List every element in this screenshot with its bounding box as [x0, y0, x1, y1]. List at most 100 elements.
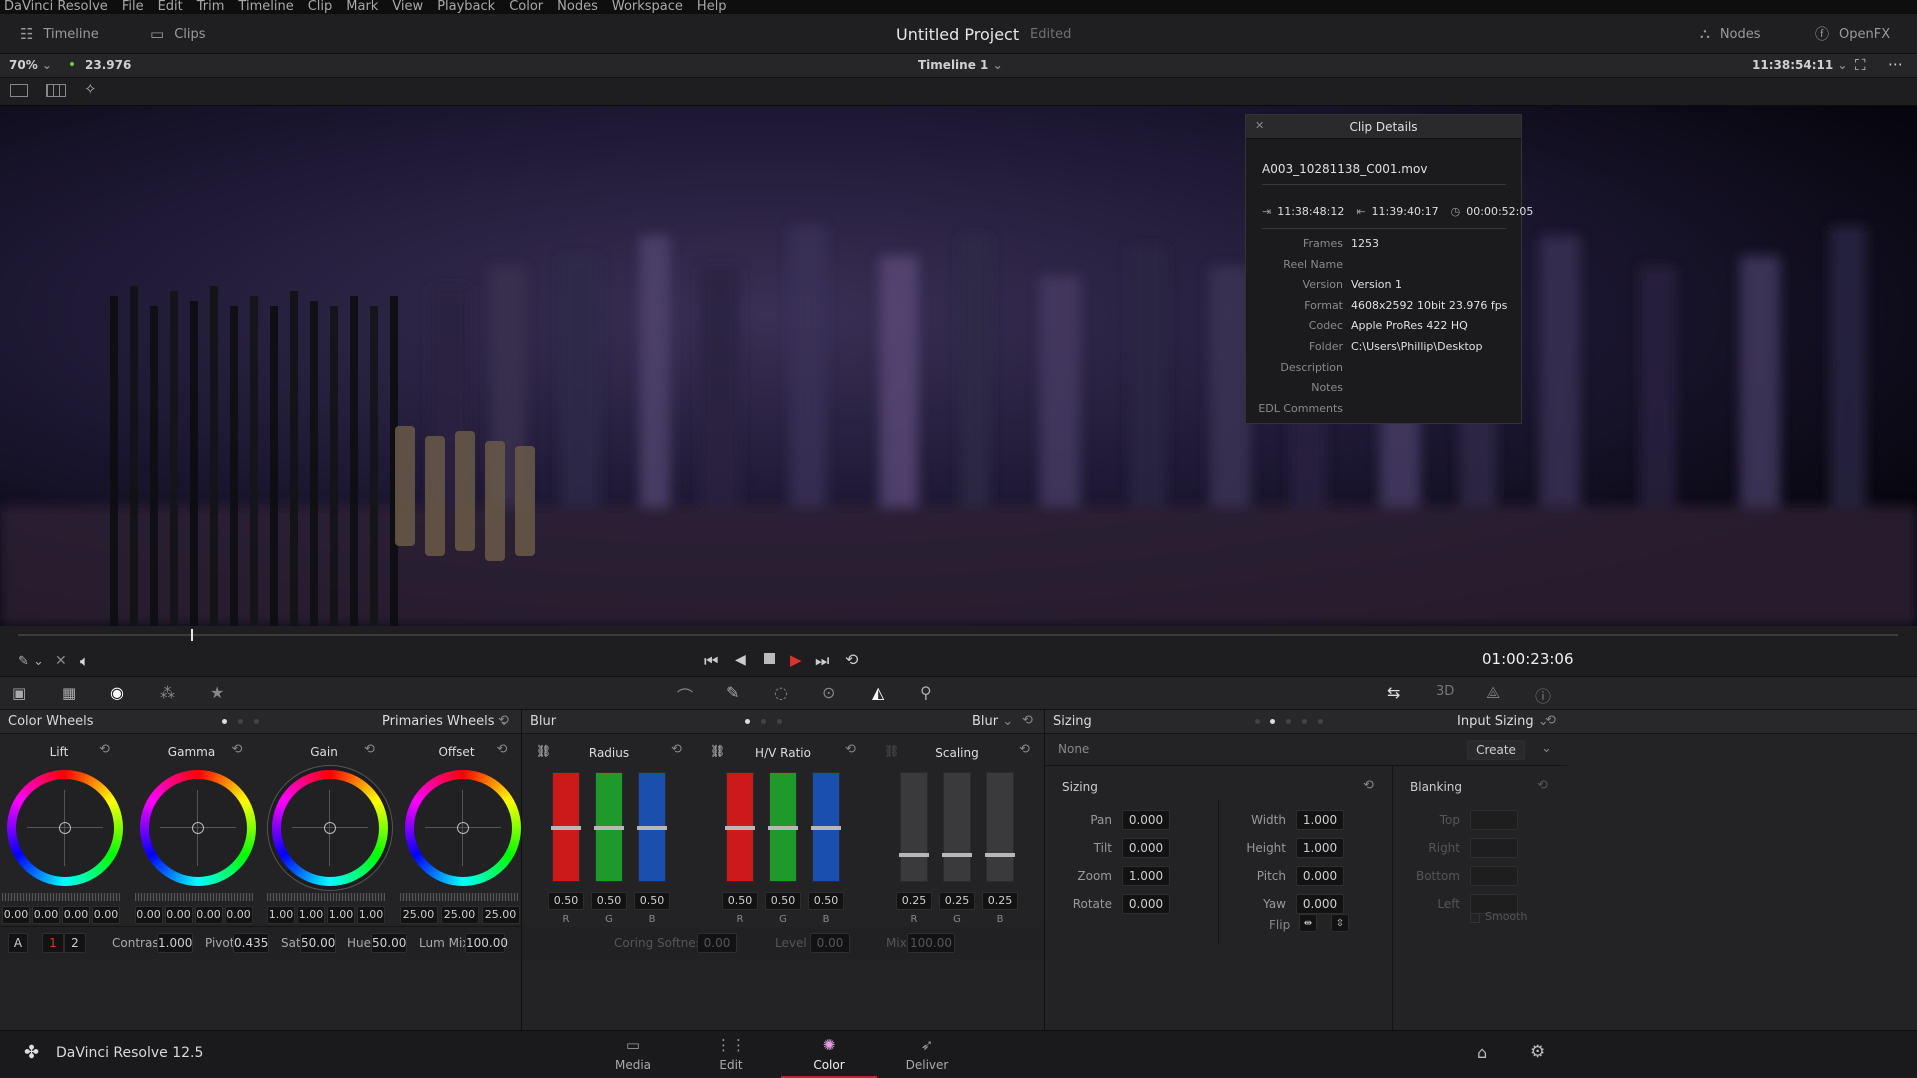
blur-mode-dropdown[interactable]: Blur ⌄ [972, 714, 1013, 729]
reverse-play-icon[interactable]: ◀ [735, 652, 746, 668]
blur-value-field[interactable]: 0.25 [896, 892, 932, 910]
sizing-mode-dropdown[interactable]: Input Sizing ⌄ [1457, 714, 1549, 729]
menu-item[interactable]: Color [509, 0, 543, 14]
contrast-field[interactable]: 1.000 [157, 933, 193, 953]
preset-selector[interactable]: None [1058, 742, 1089, 756]
reset-icon[interactable]: ⟲ [364, 742, 375, 757]
sizing-icon[interactable]: ⇆ [1387, 683, 1400, 702]
wheel-value-field[interactable]: 0.00 [92, 906, 120, 924]
grid-view-icon[interactable] [46, 84, 66, 97]
page-dot[interactable] [777, 719, 782, 724]
key-icon[interactable]: ⚲ [920, 683, 932, 702]
reset-icon[interactable]: ⟲ [232, 742, 243, 757]
blur-value-field[interactable]: 0.50 [591, 892, 627, 910]
page-tab-color[interactable]: ✺ Color [781, 1031, 877, 1078]
blur-slider-r[interactable] [725, 772, 755, 882]
scopes-icon[interactable]: ⟁ [1486, 683, 1500, 703]
wheel-value-field[interactable]: 0.00 [32, 906, 60, 924]
tracker-icon[interactable]: ⊙ [822, 683, 835, 702]
rgb-mixer-icon[interactable]: ⁂ [160, 684, 175, 702]
menu-item[interactable]: Mark [346, 0, 378, 14]
link-icon[interactable]: ⛓ [536, 744, 551, 758]
blur-slider-b[interactable] [811, 772, 841, 882]
wheels-mode-dropdown[interactable]: Primaries Wheels ⌄ [382, 714, 510, 729]
more-options-icon[interactable]: ⋯ [1888, 55, 1903, 73]
blur-slider-r[interactable] [899, 772, 929, 882]
coring-softness-field[interactable]: 0.00 [697, 933, 737, 953]
curves-icon[interactable]: ⌒ [677, 683, 693, 707]
info-icon[interactable]: ⓘ [1535, 683, 1551, 707]
smooth-checkbox[interactable] [1470, 913, 1480, 923]
blur-value-field[interactable]: 0.50 [765, 892, 801, 910]
timeline-toggle-button[interactable]: ☷ Timeline [20, 14, 99, 54]
slider-handle[interactable] [899, 852, 929, 857]
play-icon[interactable]: ▶ [790, 651, 802, 669]
blur-icon[interactable]: ◭ [872, 683, 884, 702]
playhead[interactable] [191, 629, 193, 641]
master-wheel-slider[interactable] [2, 893, 120, 901]
page-dot[interactable] [761, 719, 766, 724]
page-dot[interactable] [1286, 719, 1291, 724]
power-window-icon[interactable]: ◌ [774, 683, 788, 702]
wheel-value-field[interactable]: 0.00 [2, 906, 30, 924]
wheel-value-field[interactable]: 1.00 [267, 906, 295, 924]
magic-wand-icon[interactable]: ✧ [84, 80, 97, 98]
flip-horizontal-icon[interactable]: ⇹ [1299, 914, 1317, 932]
reset-icon[interactable]: ⟲ [845, 742, 856, 757]
page-tab-edit[interactable]: ⋮⋮ Edit [683, 1031, 779, 1078]
eyedropper-icon[interactable]: ✎ ⌄ [18, 654, 44, 669]
nodes-toggle-button[interactable]: ⛬ Nodes [1700, 14, 1761, 54]
qualifier-icon[interactable]: ✎ [726, 683, 739, 702]
slider-handle[interactable] [637, 826, 667, 830]
sat-field[interactable]: 50.00 [300, 933, 336, 953]
page-tab-media[interactable]: ▭ Media [585, 1031, 681, 1078]
single-viewer-icon[interactable] [10, 84, 28, 97]
wheel-value-field[interactable]: 0.00 [134, 906, 163, 924]
page-dot-active[interactable] [745, 719, 750, 724]
slider-handle[interactable] [768, 826, 798, 830]
blur-slider-g[interactable] [768, 772, 798, 882]
go-to-start-icon[interactable]: ⏮ [704, 651, 718, 671]
menu-item[interactable]: Playback [437, 0, 495, 14]
pivot-field[interactable]: 0.435 [233, 933, 269, 953]
menu-item[interactable]: DaVinci Resolve [4, 0, 108, 14]
blanking-field-top[interactable] [1470, 810, 1518, 830]
menu-item[interactable]: Timeline [238, 0, 293, 14]
blur-value-field[interactable]: 0.50 [634, 892, 670, 910]
blur-slider-b[interactable] [637, 772, 667, 882]
zoom-dropdown[interactable]: 70% ⌄ [9, 58, 52, 72]
volume-icon[interactable]: 🔈︎ [80, 652, 89, 670]
blur-value-field[interactable]: 0.25 [939, 892, 975, 910]
slider-handle[interactable] [725, 826, 755, 830]
wheel-value-field[interactable]: 0.00 [224, 906, 253, 924]
reset-icon[interactable]: ⟲ [1022, 713, 1033, 728]
menu-item[interactable]: File [122, 0, 144, 14]
blur-slider-g[interactable] [594, 772, 624, 882]
go-to-end-icon[interactable]: ⏭ [815, 651, 829, 671]
slider-handle[interactable] [942, 852, 972, 857]
stop-icon[interactable] [764, 653, 775, 664]
page-tab-deliver[interactable]: ➶ Deliver [879, 1031, 975, 1078]
color-wheel[interactable] [404, 770, 521, 886]
scrubber-track[interactable] [18, 634, 1898, 636]
reset-icon[interactable]: ⟲ [99, 742, 110, 757]
wheel-value-field[interactable]: 25.00 [481, 906, 520, 924]
loop-icon[interactable]: ⟲ [845, 650, 858, 669]
wheel-handle[interactable] [324, 822, 336, 834]
wheel-value-field[interactable]: 0.00 [164, 906, 193, 924]
fullscreen-icon[interactable]: ⛶ [1855, 56, 1866, 74]
menu-item[interactable]: Help [697, 0, 727, 14]
page-dot-active[interactable] [222, 719, 227, 724]
settings-gear-icon[interactable]: ⚙ [1530, 1042, 1545, 1062]
blur-value-field[interactable]: 0.50 [548, 892, 584, 910]
wheel-value-field[interactable]: 25.00 [440, 906, 479, 924]
video-viewer[interactable]: ✕ Clip Details A003_10281138_C001.mov ⇥ 1… [0, 106, 1917, 626]
home-icon[interactable]: ⌂ [1477, 1043, 1487, 1062]
slider-handle[interactable] [551, 826, 581, 830]
motion-effects-icon[interactable]: ★ [210, 683, 224, 702]
blur-slider-g[interactable] [942, 772, 972, 882]
master-wheel-slider[interactable] [267, 893, 385, 901]
wheel-value-field[interactable]: 1.00 [327, 906, 355, 924]
blanking-field-right[interactable] [1470, 838, 1518, 858]
timeline-dropdown[interactable]: Timeline 1 ⌄ [918, 58, 1003, 72]
